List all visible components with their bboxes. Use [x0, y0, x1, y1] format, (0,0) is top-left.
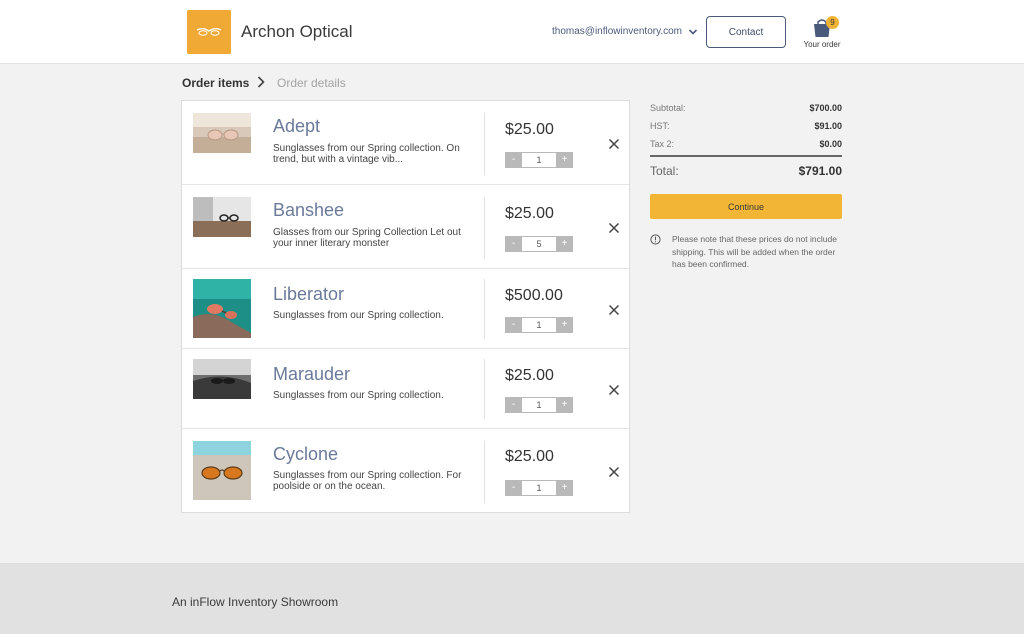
account-menu[interactable]: thomas@inflowinventory.com	[552, 26, 698, 37]
footer: An inFlow Inventory Showroom	[0, 563, 1024, 634]
list-item: Cyclone Sunglasses from our Spring colle…	[182, 429, 629, 513]
increase-quantity-button[interactable]: +	[556, 397, 573, 413]
close-icon[interactable]	[608, 466, 620, 478]
product-image-liberator[interactable]	[193, 279, 251, 338]
chevron-right-icon	[257, 76, 265, 88]
decrease-quantity-button[interactable]: -	[505, 480, 522, 496]
divider	[484, 197, 485, 259]
continue-button[interactable]: Continue	[650, 194, 842, 219]
close-icon[interactable]	[608, 384, 620, 396]
product-name[interactable]: Adept	[273, 116, 320, 137]
contact-button[interactable]: Contact	[706, 16, 786, 48]
product-description: Sunglasses from our Spring collection. O…	[273, 143, 460, 165]
quantity-stepper: - 1 +	[505, 397, 573, 413]
quantity-stepper: - 1 +	[505, 480, 573, 496]
total-row: Total: $791.00	[650, 164, 842, 178]
subtotal-label: Subtotal:	[650, 103, 686, 113]
hst-row: HST: $91.00	[650, 121, 842, 131]
quantity-stepper: - 1 +	[505, 317, 573, 333]
product-description: Glasses from our Spring Collection Let o…	[273, 227, 461, 249]
shipping-note: Please note that these prices do not inc…	[672, 234, 837, 269]
decrease-quantity-button[interactable]: -	[505, 317, 522, 333]
breadcrumb-order-items[interactable]: Order items	[182, 76, 249, 90]
subtotal-row: Subtotal: $700.00	[650, 103, 842, 113]
subtotal-value: $700.00	[809, 103, 842, 113]
footer-text: An inFlow Inventory Showroom	[172, 595, 339, 609]
list-item: Liberator Sunglasses from our Spring col…	[182, 269, 629, 349]
product-price: $25.00	[505, 205, 554, 222]
hst-label: HST:	[650, 121, 670, 131]
divider	[484, 113, 485, 175]
quantity-input[interactable]: 5	[522, 236, 556, 252]
list-item: Banshee Glasses from our Spring Collecti…	[182, 185, 629, 269]
divider	[484, 441, 485, 503]
increase-quantity-button[interactable]: +	[556, 317, 573, 333]
product-image-cyclone[interactable]	[193, 441, 251, 500]
product-price: $25.00	[505, 121, 554, 138]
cart-count-badge: 9	[826, 16, 839, 29]
product-description: Sunglasses from our Spring collection.	[273, 310, 444, 321]
hst-value: $91.00	[814, 121, 842, 131]
quantity-input[interactable]: 1	[522, 397, 556, 413]
quantity-input[interactable]: 1	[522, 480, 556, 496]
divider	[484, 279, 485, 339]
product-name[interactable]: Marauder	[273, 364, 350, 385]
brand-name: Archon Optical	[241, 22, 353, 41]
total-label: Total:	[650, 164, 679, 178]
quantity-input[interactable]: 1	[522, 152, 556, 168]
order-items-list: Adept Sunglasses from our Spring collect…	[181, 100, 630, 513]
product-description: Sunglasses from our Spring collection. F…	[273, 470, 462, 492]
quantity-input[interactable]: 1	[522, 317, 556, 333]
product-price: $25.00	[505, 448, 554, 465]
chevron-down-icon	[688, 28, 698, 35]
product-description: Sunglasses from our Spring collection.	[273, 390, 444, 401]
product-name[interactable]: Banshee	[273, 200, 344, 221]
increase-quantity-button[interactable]: +	[556, 152, 573, 168]
product-price: $25.00	[505, 367, 554, 384]
cart-button[interactable]: 9 Your order	[800, 14, 844, 54]
decrease-quantity-button[interactable]: -	[505, 152, 522, 168]
decrease-quantity-button[interactable]: -	[505, 397, 522, 413]
quantity-stepper: - 5 +	[505, 236, 573, 252]
list-item: Adept Sunglasses from our Spring collect…	[182, 101, 629, 185]
tax2-row: Tax 2: $0.00	[650, 139, 842, 149]
close-icon[interactable]	[608, 138, 620, 150]
list-item: Marauder Sunglasses from our Spring coll…	[182, 349, 629, 429]
product-price: $500.00	[505, 287, 563, 304]
breadcrumb-order-details[interactable]: Order details	[277, 76, 346, 90]
divider	[650, 155, 842, 157]
product-image-marauder[interactable]	[193, 359, 251, 399]
brand-logo[interactable]	[187, 10, 231, 54]
tax2-value: $0.00	[819, 139, 842, 149]
quantity-stepper: - 1 +	[505, 152, 573, 168]
product-name[interactable]: Cyclone	[273, 444, 338, 465]
increase-quantity-button[interactable]: +	[556, 236, 573, 252]
total-value: $791.00	[798, 164, 842, 178]
tax2-label: Tax 2:	[650, 139, 675, 149]
decrease-quantity-button[interactable]: -	[505, 236, 522, 252]
divider	[484, 359, 485, 419]
product-name[interactable]: Liberator	[273, 284, 344, 305]
cart-label: Your order	[803, 40, 841, 49]
header: Archon Optical thomas@inflowinventory.co…	[0, 0, 1024, 64]
close-icon[interactable]	[608, 304, 620, 316]
product-image-adept[interactable]	[193, 113, 251, 153]
account-email: thomas@inflowinventory.com	[552, 26, 683, 37]
info-icon	[650, 234, 661, 245]
product-image-banshee[interactable]	[193, 197, 251, 237]
increase-quantity-button[interactable]: +	[556, 480, 573, 496]
close-icon[interactable]	[608, 222, 620, 234]
